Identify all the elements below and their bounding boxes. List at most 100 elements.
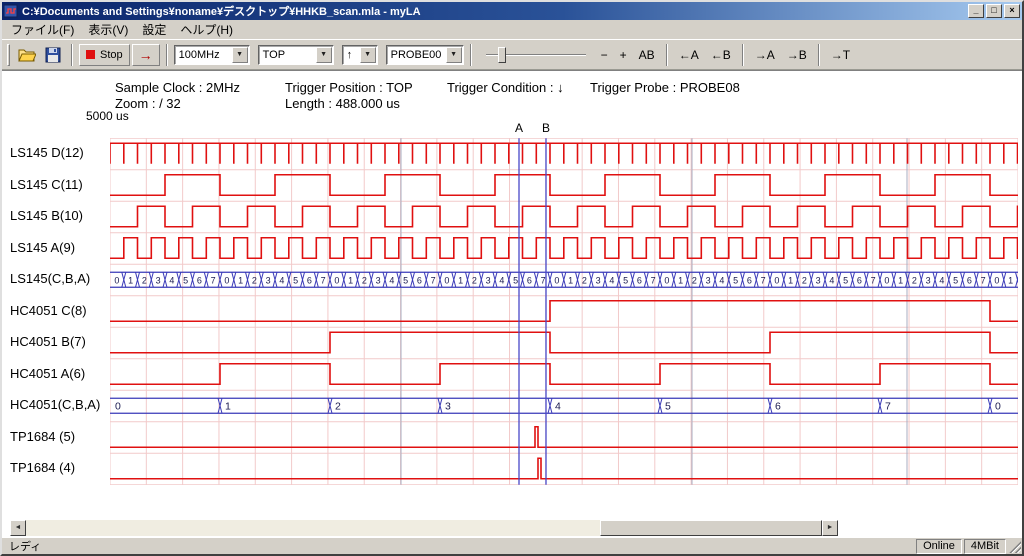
waveform-plot[interactable]: 0123456701234567012345670123456701234567… <box>110 138 1018 485</box>
bus-value: 2 <box>912 275 917 285</box>
signal-label: LS145 C(11) <box>10 177 83 193</box>
scroll-left-icon[interactable]: ◄ <box>10 520 26 536</box>
bus-value: 0 <box>995 400 1001 412</box>
goto-marker-b-right-button[interactable]: →B <box>782 44 812 66</box>
length-info: Length : 488.000 us <box>285 96 400 111</box>
menu-help[interactable]: ヘルプ(H) <box>173 19 240 40</box>
sample-clock-select[interactable]: 100MHz ▼ <box>174 45 250 65</box>
bus-value: 4 <box>389 275 394 285</box>
toolbar-grip[interactable] <box>7 44 10 66</box>
bus-value: 1 <box>678 275 683 285</box>
bus-value: 7 <box>431 275 436 285</box>
sample-clock-value: 100MHz <box>175 49 232 61</box>
zoom-out-button[interactable]: − <box>596 44 613 66</box>
signal-label: HC4051(C,B,A) <box>10 397 100 413</box>
bus-value: 6 <box>637 275 642 285</box>
sample-clock-info: Sample Clock : 2MHz <box>115 80 240 95</box>
marker-label-b[interactable]: B <box>537 121 555 135</box>
bus-value: 5 <box>843 275 848 285</box>
goto-trigger-button[interactable]: →T <box>826 44 855 66</box>
minimize-button[interactable]: _ <box>968 4 984 18</box>
bus-value: 7 <box>541 275 546 285</box>
trace-3 <box>110 238 1018 259</box>
stop-button[interactable]: Stop <box>79 44 130 66</box>
zoom-in-button[interactable]: + <box>615 44 632 66</box>
bus-value: 2 <box>142 275 147 285</box>
scroll-right-icon[interactable]: ► <box>822 520 838 536</box>
signal-label: HC4051 A(6) <box>10 366 85 382</box>
trace-6 <box>110 332 1018 353</box>
marker-label-a[interactable]: A <box>510 121 528 135</box>
bus-value: 5 <box>293 275 298 285</box>
toolbar-separator <box>470 44 472 66</box>
trigger-edge-value: ↑ <box>343 49 360 61</box>
trace-7 <box>110 364 1018 385</box>
window-title: C:¥Documents and Settings¥noname¥デスクトップ¥… <box>22 3 966 19</box>
bus-value: 1 <box>568 275 573 285</box>
toolbar-separator <box>71 44 73 66</box>
menu-settings[interactable]: 設定 <box>135 19 173 40</box>
bus-value: 5 <box>513 275 518 285</box>
dropdown-arrow-icon[interactable]: ▼ <box>446 47 462 63</box>
bus-value: 3 <box>445 400 451 412</box>
goto-marker-b-left-button[interactable]: ←B <box>706 44 736 66</box>
status-ready-text: レディ <box>2 538 916 554</box>
bus-value: 0 <box>115 400 121 412</box>
floppy-save-icon <box>45 47 61 63</box>
signal-label: HC4051 C(8) <box>10 303 87 319</box>
app-window: C:¥Documents and Settings¥noname¥デスクトップ¥… <box>0 0 1024 556</box>
zoom-slider-thumb[interactable] <box>498 47 506 63</box>
dropdown-arrow-icon[interactable]: ▼ <box>316 47 332 63</box>
maximize-button[interactable]: □ <box>986 4 1002 18</box>
run-button[interactable]: → <box>132 44 160 66</box>
dropdown-arrow-icon[interactable]: ▼ <box>232 47 248 63</box>
title-bar[interactable]: C:¥Documents and Settings¥noname¥デスクトップ¥… <box>2 2 1022 20</box>
bus-value: 0 <box>554 275 559 285</box>
open-button[interactable] <box>15 44 39 66</box>
trigger-position-value: TOP <box>259 49 316 61</box>
toolbar-separator <box>166 44 168 66</box>
trigger-edge-select[interactable]: ↑ ▼ <box>342 45 378 65</box>
bus-value: 7 <box>651 275 656 285</box>
trigger-position-select[interactable]: TOP ▼ <box>258 45 334 65</box>
bus-value: 3 <box>706 275 711 285</box>
goto-marker-a-right-button[interactable]: →A <box>750 44 780 66</box>
bus-value: 0 <box>224 275 229 285</box>
bus-value: 4 <box>499 275 504 285</box>
zoom-slider[interactable] <box>484 44 588 66</box>
bus-value: 4 <box>609 275 614 285</box>
resize-grip-icon[interactable] <box>1008 540 1021 553</box>
trace-5 <box>110 301 1018 322</box>
status-online-badge: Online <box>916 539 962 554</box>
menu-file[interactable]: ファイル(F) <box>4 19 81 40</box>
app-icon <box>4 4 18 18</box>
stop-label: Stop <box>100 49 123 61</box>
toolbar-separator <box>666 44 668 66</box>
bus-value: 5 <box>733 275 738 285</box>
goto-marker-a-left-button[interactable]: ←A <box>674 44 704 66</box>
scrollbar-thumb[interactable] <box>600 520 822 536</box>
ab-button[interactable]: AB <box>634 44 660 66</box>
bus-value: 1 <box>788 275 793 285</box>
save-button[interactable] <box>41 44 65 66</box>
trace-9 <box>110 427 1018 448</box>
bus-value: 2 <box>335 400 341 412</box>
toolbar: Stop → 100MHz ▼ TOP ▼ ↑ ▼ PROBE00 ▼ − + … <box>2 39 1022 70</box>
bus-value: 0 <box>994 275 999 285</box>
bus-value: 0 <box>114 275 119 285</box>
bus-value: 0 <box>444 275 449 285</box>
menu-view[interactable]: 表示(V) <box>81 19 135 40</box>
dropdown-arrow-icon[interactable]: ▼ <box>360 47 376 63</box>
bus-value: 4 <box>555 400 561 412</box>
bus-value: 2 <box>252 275 257 285</box>
bus-value: 0 <box>664 275 669 285</box>
bus-value: 7 <box>321 275 326 285</box>
trigger-probe-value: PROBE00 <box>387 49 446 61</box>
bus-value: 5 <box>623 275 628 285</box>
close-button[interactable]: × <box>1004 4 1020 18</box>
signal-label: TP1684 (4) <box>10 460 75 476</box>
trigger-probe-select[interactable]: PROBE00 ▼ <box>386 45 464 65</box>
horizontal-scrollbar[interactable]: ◄ ► <box>10 520 838 536</box>
bus-value: 7 <box>871 275 876 285</box>
bus-value: 5 <box>665 400 671 412</box>
